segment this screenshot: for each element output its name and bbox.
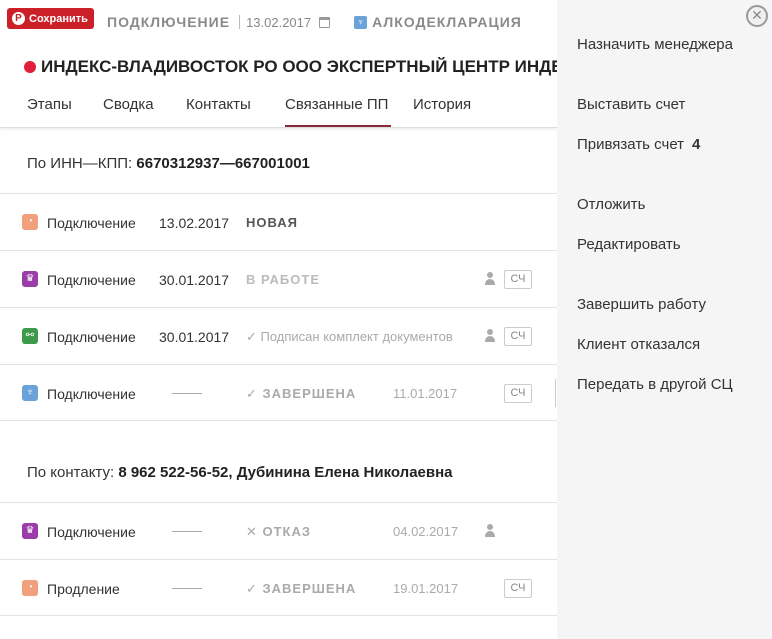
related-deal-row[interactable]: ♛ Подключение ✕ ОТКАЗ 04.02.2017 [0,502,557,559]
deal-name: Подключение [47,386,136,402]
status-dot-icon [24,61,36,73]
deal-date: 30.01.2017 [159,272,230,288]
deal-status: ✓ ЗАВЕРШЕНА [246,581,357,596]
manager-icon[interactable] [484,329,496,343]
tab-history[interactable]: История [413,96,471,127]
deal-status: ✓ ЗАВЕРШЕНА [246,386,357,401]
invoice-badge[interactable]: СЧ [504,384,532,403]
deal-status: ✓ Подписан комплект документов [246,329,453,344]
deal-name: Подключение [47,329,136,345]
close-icon[interactable]: ✕ [746,5,768,27]
tab-contacts[interactable]: Контакты [186,96,251,127]
finish-work-action[interactable]: Завершить работу [577,296,706,313]
deal-name: Подключение [47,272,136,288]
section-inn-heading: По ИНН—КПП: 6670312937—667001001 [27,155,310,172]
empty-date-dash [172,393,202,394]
link-invoice-action[interactable]: Привязать счет 4 [577,136,700,153]
assign-manager-action[interactable]: Назначить менеджера [577,36,733,53]
related-deal-row[interactable]: ♆ Подключение ✓ ЗАВЕРШЕНА 11.01.2017 СЧ [0,364,557,421]
deal-date: 30.01.2017 [159,329,230,345]
deal-date: 13.02.2017 [159,215,230,231]
deal-finish-date: 19.01.2017 [393,581,459,596]
calendar-check-icon: ◔ [22,580,38,596]
deal-type: ПОДКЛЮЧЕНИЕ [107,14,231,30]
calendar-check-icon: ◔ [22,214,38,230]
invoice-badge[interactable]: СЧ [504,579,532,598]
deal-name: Подключение [47,524,136,540]
deal-status: В РАБОТЕ [246,272,320,287]
related-deal-row[interactable]: ◔ Продление ✓ ЗАВЕРШЕНА 19.01.2017 СЧ [0,559,557,616]
page-title-row: ИНДЕКС-ВЛАДИВОСТОК РО ООО ЭКСПЕРТНЫЙ ЦЕН… [24,57,557,77]
tab-related[interactable]: Связанные ПП [285,96,391,127]
crown-icon: ♛ [22,523,38,539]
pinterest-save-button[interactable]: P Сохранить [7,8,94,29]
client-refused-action[interactable]: Клиент отказался [577,336,700,353]
product-name[interactable]: АЛКОДЕКЛАРАЦИЯ [372,14,522,30]
manager-icon[interactable] [484,524,496,538]
link-invoice-label: Привязать счет [577,136,685,153]
related-deal-row[interactable]: ◔ Подключение 13.02.2017 НОВАЯ [0,193,557,250]
section-contact-label: По контакту: [27,464,115,481]
manager-icon[interactable] [484,272,496,286]
section-inn-label: По ИНН—КПП: [27,155,133,172]
section-contact-heading: По контакту: 8 962 522-56-52, Дубинина Е… [27,464,453,481]
deal-name: Продление [47,581,120,597]
crown-icon: ♛ [22,271,38,287]
issue-invoice-action[interactable]: Выставить счет [577,96,685,113]
deal-finish-date: 04.02.2017 [393,524,459,539]
wine-glass-icon: ♆ [354,15,368,29]
link-invoice-count: 4 [692,136,701,153]
empty-date-dash [172,531,202,532]
deal-date: 13.02.2017 [246,14,312,30]
empty-date-dash [172,588,202,589]
deal-status: НОВАЯ [246,215,298,230]
deal-name: Подключение [47,215,136,231]
pinterest-logo-icon: P [12,12,25,25]
share-icon: ⚯ [22,328,38,344]
invoice-badge[interactable]: СЧ [504,327,532,346]
deal-header: ПОДКЛЮЧЕНИЕ 13.02.2017 ♆ АЛКОДЕКЛАРАЦИЯ [107,14,522,30]
tab-bar: Этапы Сводка Контакты Связанные ПП Истор… [0,96,557,128]
related-deal-row[interactable]: ⚯ Подключение 30.01.2017 ✓ Подписан комп… [0,307,557,364]
section-contact-value: 8 962 522-56-52, Дубинина Елена Николаев… [118,464,453,481]
deal-status: ✕ ОТКАЗ [246,524,312,539]
header-divider [239,15,241,29]
page-title[interactable]: ИНДЕКС-ВЛАДИВОСТОК РО ООО ЭКСПЕРТНЫЙ ЦЕН… [41,57,557,77]
column-divider [555,379,556,407]
save-button-label: Сохранить [29,12,88,25]
edit-action[interactable]: Редактировать [577,236,681,253]
invoice-badge[interactable]: СЧ [504,270,532,289]
transfer-action[interactable]: Передать в другой СЦ [577,376,733,393]
deal-finish-date: 11.01.2017 [393,386,458,401]
main-content: P Сохранить ПОДКЛЮЧЕНИЕ 13.02.2017 ♆ АЛК… [0,0,557,639]
actions-panel: ✕ Назначить менеджера Выставить счет При… [557,0,772,639]
calendar-icon[interactable] [319,16,331,28]
tab-summary[interactable]: Сводка [103,96,154,127]
section-inn-value: 6670312937—667001001 [136,155,310,172]
wine-glass-icon: ♆ [22,385,38,401]
tab-stages[interactable]: Этапы [27,96,72,127]
related-deal-row[interactable]: ♛ Подключение 30.01.2017 В РАБОТЕ СЧ [0,250,557,307]
postpone-action[interactable]: Отложить [577,196,645,213]
